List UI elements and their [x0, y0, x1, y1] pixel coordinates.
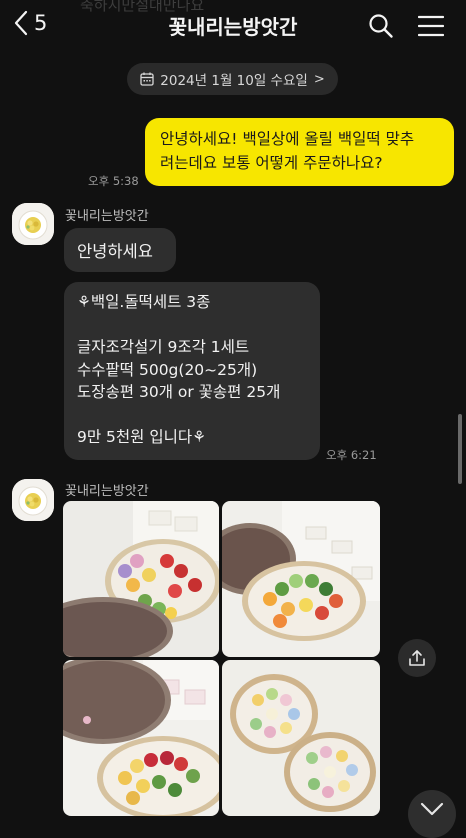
message-line: [77, 314, 307, 337]
rice-cake-set-photo-1[interactable]: [63, 501, 219, 657]
rice-cake-set-photo-3[interactable]: [63, 660, 219, 816]
date-divider[interactable]: 2024년 1월 10일 수요일 >: [127, 63, 338, 95]
share-button[interactable]: [398, 639, 436, 677]
date-text: 2024년 1월 10일 수요일: [160, 73, 308, 89]
incoming-message-bubble[interactable]: ⚘백일.돌떡세트 3종 글자조각설기 9조각 1세트 수수팥떡 500g(20~…: [64, 282, 320, 460]
avatar[interactable]: [12, 479, 54, 521]
chevron-right-icon: >: [313, 71, 325, 87]
message-time: 오후 6:21: [326, 448, 377, 462]
message-line: 수수팥떡 500g(20~25개): [77, 360, 258, 379]
message-line: 안녕하세요! 백일상에 올릴 백일떡 맞추: [160, 130, 415, 148]
share-icon: [409, 650, 425, 666]
avatar[interactable]: [12, 203, 54, 245]
rice-cake-set-photo-2[interactable]: [222, 501, 380, 657]
scrollbar-thumb[interactable]: [458, 414, 462, 484]
message-line: 려는데요 보통 어떻게 주문하나요?: [160, 154, 383, 172]
chat-room-title: 꽃내리는방앗간: [168, 15, 298, 39]
menu-button[interactable]: [417, 14, 445, 42]
hamburger-menu-icon: [417, 15, 445, 37]
scroll-to-bottom-button[interactable]: [408, 790, 456, 838]
message-time: 오후 5:38: [88, 174, 139, 188]
message-line: ⚘백일.돌떡세트 3종: [77, 293, 211, 311]
search-icon: [369, 14, 393, 38]
rice-cake-avatar-icon: [12, 479, 54, 521]
sender-name: 꽃내리는방앗간: [65, 484, 149, 499]
rice-cake-set-photo-4[interactable]: [222, 660, 380, 816]
rice-cake-avatar-icon: [12, 203, 54, 245]
message-line: 9만 5천원 입니다⚘: [77, 428, 207, 446]
outgoing-message-bubble[interactable]: 안녕하세요! 백일상에 올릴 백일떡 맞추 려는데요 보통 어떻게 주문하나요?: [145, 118, 454, 186]
message-line: 도장송편 30개 or 꽃송편 25개: [77, 383, 281, 401]
search-button[interactable]: [368, 13, 394, 43]
chevron-down-icon: [420, 802, 444, 816]
calendar-icon: [140, 72, 154, 86]
message-line: 글자조각설기 9조각 1세트: [77, 338, 250, 356]
incoming-message-bubble[interactable]: 안녕하세요: [64, 228, 176, 272]
message-line: [77, 404, 307, 427]
sender-name: 꽃내리는방앗간: [65, 209, 149, 224]
